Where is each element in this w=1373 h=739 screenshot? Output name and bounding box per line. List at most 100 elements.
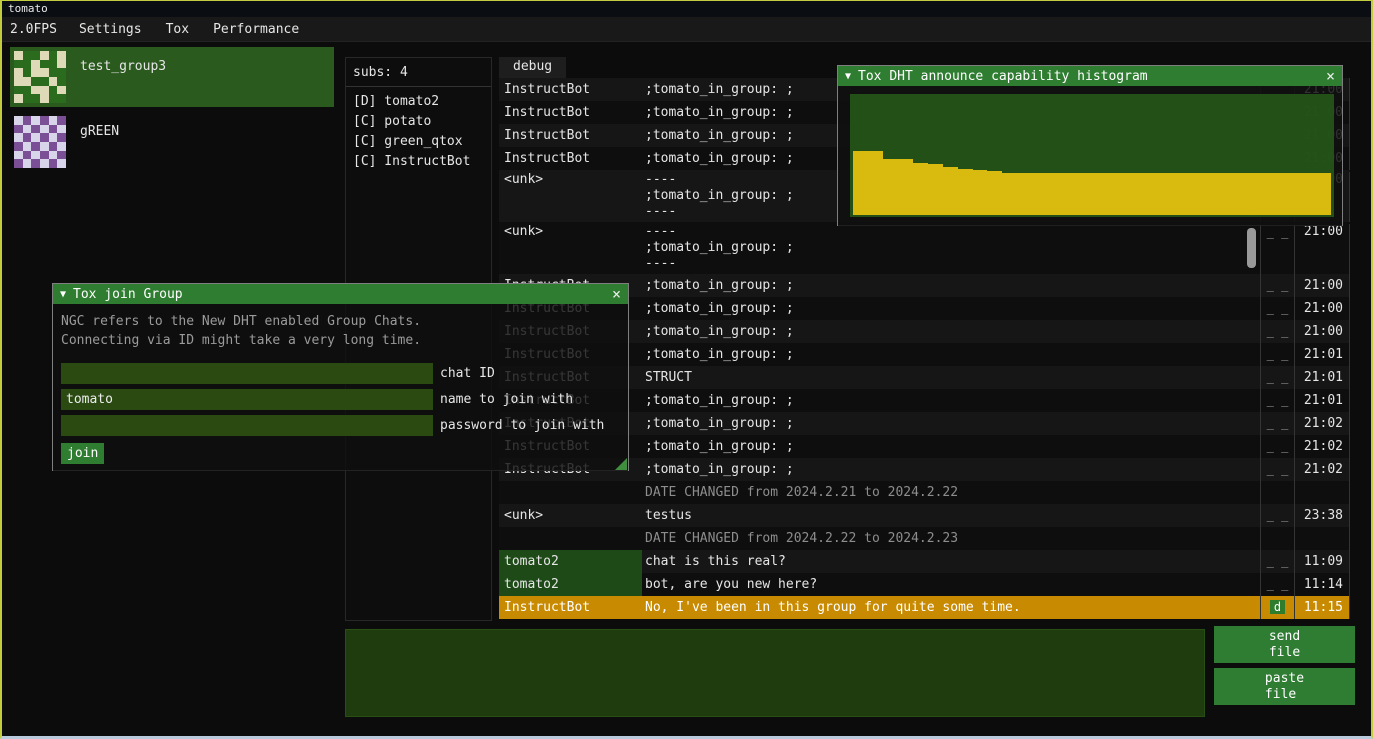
delivery-flag: _ _ xyxy=(1267,324,1289,338)
message-flags: _ _ xyxy=(1260,320,1295,343)
contact-item-green[interactable]: gREEN xyxy=(10,112,334,172)
app-window: tomato 2.0FPS Settings Tox Performance t… xyxy=(0,0,1373,739)
message-row[interactable]: DATE CHANGED from 2024.2.21 to 2024.2.22 xyxy=(499,481,1350,504)
join-name-label: name to join with xyxy=(440,392,573,407)
menu-performance[interactable]: Performance xyxy=(201,19,311,40)
chat-id-input[interactable] xyxy=(61,363,433,384)
dht-histogram-body xyxy=(838,86,1342,226)
join-group-title: Tox join Group xyxy=(73,287,183,302)
resize-grip[interactable] xyxy=(615,458,627,470)
contact-list: test_group3 gREEN xyxy=(10,47,334,177)
message-flags: _ _ xyxy=(1260,435,1295,458)
contact-name: test_group3 xyxy=(80,59,166,74)
message-flags: _ _ xyxy=(1260,412,1295,435)
join-group-body: NGC refers to the New DHT enabled Group … xyxy=(53,304,628,471)
message-scrollbar-thumb[interactable] xyxy=(1247,228,1256,268)
message-sender xyxy=(499,527,642,550)
join-password-label: password to join with xyxy=(440,418,604,433)
message-text: DATE CHANGED from 2024.2.22 to 2024.2.23 xyxy=(642,527,1260,550)
message-text: No, I've been in this group for quite so… xyxy=(642,596,1260,619)
message-flags: _ _ xyxy=(1260,504,1295,527)
subs-item-instructbot[interactable]: [C] InstructBot xyxy=(346,152,491,172)
message-flags: _ _ xyxy=(1260,389,1295,412)
message-text: ;tomato_in_group: ; xyxy=(642,412,1260,435)
message-timestamp: 21:02 xyxy=(1295,458,1350,481)
join-password-input[interactable] xyxy=(61,415,433,436)
message-text: ;tomato_in_group: ; xyxy=(642,458,1260,481)
join-group-titlebar: ▼ Tox join Group × xyxy=(53,284,628,304)
message-text: ;tomato_in_group: ; xyxy=(642,389,1260,412)
close-icon[interactable]: × xyxy=(1326,67,1335,85)
message-text: testus xyxy=(642,504,1260,527)
message-row[interactable]: <unk> testus _ _ 23:38 xyxy=(499,504,1350,527)
menu-settings[interactable]: Settings xyxy=(67,19,154,40)
fps-menu[interactable]: 2.0FPS xyxy=(2,19,67,40)
message-flags: d xyxy=(1260,596,1295,619)
message-text: bot, are you new here? xyxy=(642,573,1260,596)
message-sender: InstructBot xyxy=(499,124,642,147)
send-file-button[interactable]: send file xyxy=(1214,626,1355,663)
message-text: ;tomato_in_group: ; xyxy=(642,297,1260,320)
collapse-arrow-icon[interactable]: ▼ xyxy=(845,71,851,82)
delivery-flag: d xyxy=(1270,600,1285,614)
message-timestamp: 21:00 xyxy=(1295,224,1350,274)
message-input[interactable] xyxy=(345,629,1205,717)
subs-item-potato[interactable]: [C] potato xyxy=(346,112,491,132)
message-row[interactable]: <unk> ---- ;tomato_in_group: ; ---- _ _ … xyxy=(499,222,1350,274)
dht-histogram-window: ▼ Tox DHT announce capability histogram … xyxy=(837,65,1343,226)
paste-file-button[interactable]: paste file xyxy=(1214,668,1355,705)
message-sender xyxy=(499,481,642,504)
message-flags: _ _ xyxy=(1260,274,1295,297)
message-row[interactable]: DATE CHANGED from 2024.2.22 to 2024.2.23 xyxy=(499,527,1350,550)
delivery-flag: _ _ xyxy=(1267,508,1289,522)
join-button[interactable]: join xyxy=(61,443,104,464)
message-sender: InstructBot xyxy=(499,147,642,170)
message-text: ---- ;tomato_in_group: ; ---- xyxy=(642,224,1260,274)
message-row[interactable]: tomato2 bot, are you new here? _ _ 11:14 xyxy=(499,573,1350,596)
group-avatar xyxy=(14,51,66,103)
message-row[interactable]: tomato2 chat is this real? _ _ 11:09 xyxy=(499,550,1350,573)
delivery-flag: _ _ xyxy=(1267,301,1289,315)
message-text: ;tomato_in_group: ; xyxy=(642,320,1260,343)
message-flags: _ _ xyxy=(1260,573,1295,596)
delivery-flag: _ _ xyxy=(1267,577,1289,591)
message-text: ;tomato_in_group: ; xyxy=(642,435,1260,458)
delivery-flag: _ _ xyxy=(1267,278,1289,292)
message-sender: InstructBot xyxy=(499,101,642,124)
message-sender: InstructBot xyxy=(499,596,642,619)
message-flags xyxy=(1260,527,1295,550)
subs-item-green-qtox[interactable]: [C] green_qtox xyxy=(346,132,491,152)
message-timestamp: 21:00 xyxy=(1295,297,1350,320)
separator xyxy=(346,86,491,87)
join-name-input[interactable] xyxy=(61,389,433,410)
message-flags: _ _ xyxy=(1260,366,1295,389)
delivery-flag: _ _ xyxy=(1267,416,1289,430)
window-title: tomato xyxy=(8,2,48,15)
message-timestamp: 21:01 xyxy=(1295,389,1350,412)
contact-item-test-group3[interactable]: test_group3 xyxy=(10,47,334,107)
message-text: STRUCT xyxy=(642,366,1260,389)
message-row[interactable]: InstructBot No, I've been in this group … xyxy=(499,596,1350,619)
dht-histogram-plot xyxy=(850,94,1334,217)
message-timestamp xyxy=(1295,527,1350,550)
delivery-flag: _ _ xyxy=(1267,393,1289,407)
message-flags: _ _ xyxy=(1260,224,1295,274)
message-sender: tomato2 xyxy=(499,573,642,596)
message-sender: InstructBot xyxy=(499,78,642,101)
chat-id-label: chat ID xyxy=(440,366,495,381)
message-flags: _ _ xyxy=(1260,343,1295,366)
message-flags: _ _ xyxy=(1260,458,1295,481)
tab-debug[interactable]: debug xyxy=(499,57,566,78)
delivery-flag: _ _ xyxy=(1267,554,1289,568)
message-flags: _ _ xyxy=(1260,297,1295,320)
message-sender: <unk> xyxy=(499,224,642,274)
subs-item-tomato2[interactable]: [D] tomato2 xyxy=(346,92,491,112)
close-icon[interactable]: × xyxy=(612,285,621,303)
collapse-arrow-icon[interactable]: ▼ xyxy=(60,289,66,300)
message-timestamp: 21:02 xyxy=(1295,412,1350,435)
message-timestamp: 11:15 xyxy=(1295,596,1350,619)
subs-count-label: subs: 4 xyxy=(346,58,491,86)
menu-tox[interactable]: Tox xyxy=(154,19,201,40)
message-sender: <unk> xyxy=(499,504,642,527)
message-timestamp: 11:14 xyxy=(1295,573,1350,596)
